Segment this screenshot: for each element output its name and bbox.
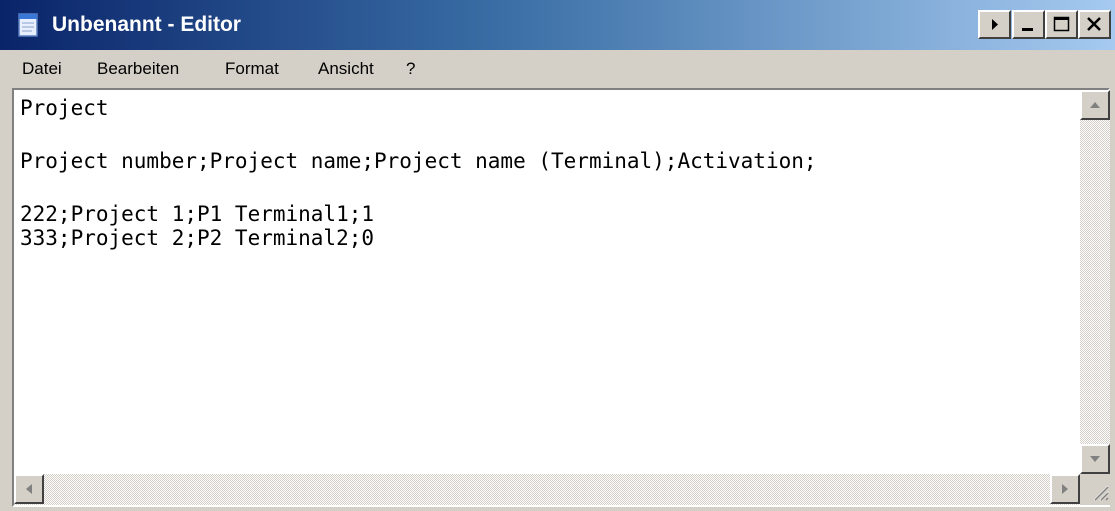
menu-format[interactable]: Format — [225, 59, 279, 79]
resize-grip-icon — [1093, 485, 1109, 501]
notepad-icon — [18, 13, 38, 37]
horizontal-scrollbar[interactable] — [14, 474, 1080, 505]
window-title: Unbenannt - Editor — [52, 13, 241, 36]
scroll-left-button[interactable] — [14, 474, 44, 504]
text-line: 333;Project 2;P2 Terminal2;0 — [20, 226, 375, 250]
menu-bearbeiten[interactable]: Bearbeiten — [97, 59, 179, 79]
maximize-icon — [1053, 16, 1070, 32]
minimize-icon — [1022, 28, 1033, 31]
menu-help[interactable]: ? — [406, 59, 415, 79]
vertical-scrollbar[interactable] — [1080, 90, 1110, 474]
menu-ansicht[interactable]: Ansicht — [318, 59, 374, 79]
text-line: Project number;Project name;Project name… — [20, 149, 817, 173]
title-bar[interactable]: Unbenannt - Editor — [0, 0, 1115, 50]
arrow-down-icon — [1090, 456, 1100, 462]
text-line: 222;Project 1;P1 Terminal1;1 — [20, 202, 375, 226]
menu-bar: Datei Bearbeiten Format Ansicht ? — [0, 50, 1115, 88]
text-line: Project — [20, 96, 109, 120]
scroll-right-button[interactable] — [1050, 474, 1080, 504]
scroll-up-button[interactable] — [1080, 90, 1110, 120]
close-button[interactable] — [1078, 10, 1111, 39]
arrow-up-icon — [1090, 102, 1100, 108]
scroll-down-button[interactable] — [1080, 444, 1110, 474]
notepad-window: Unbenannt - Editor Datei Bearbeiten Form… — [0, 0, 1115, 511]
close-icon — [1087, 17, 1101, 31]
maximize-button[interactable] — [1045, 10, 1078, 39]
menu-datei[interactable]: Datei — [22, 59, 62, 79]
help-arrow-icon — [992, 19, 998, 30]
text-editor[interactable]: Project Project number;Project name;Proj… — [16, 92, 1080, 474]
arrow-left-icon — [26, 484, 32, 494]
help-button[interactable] — [978, 10, 1011, 39]
minimize-button[interactable] — [1012, 10, 1045, 39]
resize-grip[interactable] — [1080, 474, 1110, 505]
editor-frame: Project Project number;Project name;Proj… — [12, 88, 1110, 507]
arrow-right-icon — [1062, 484, 1068, 494]
